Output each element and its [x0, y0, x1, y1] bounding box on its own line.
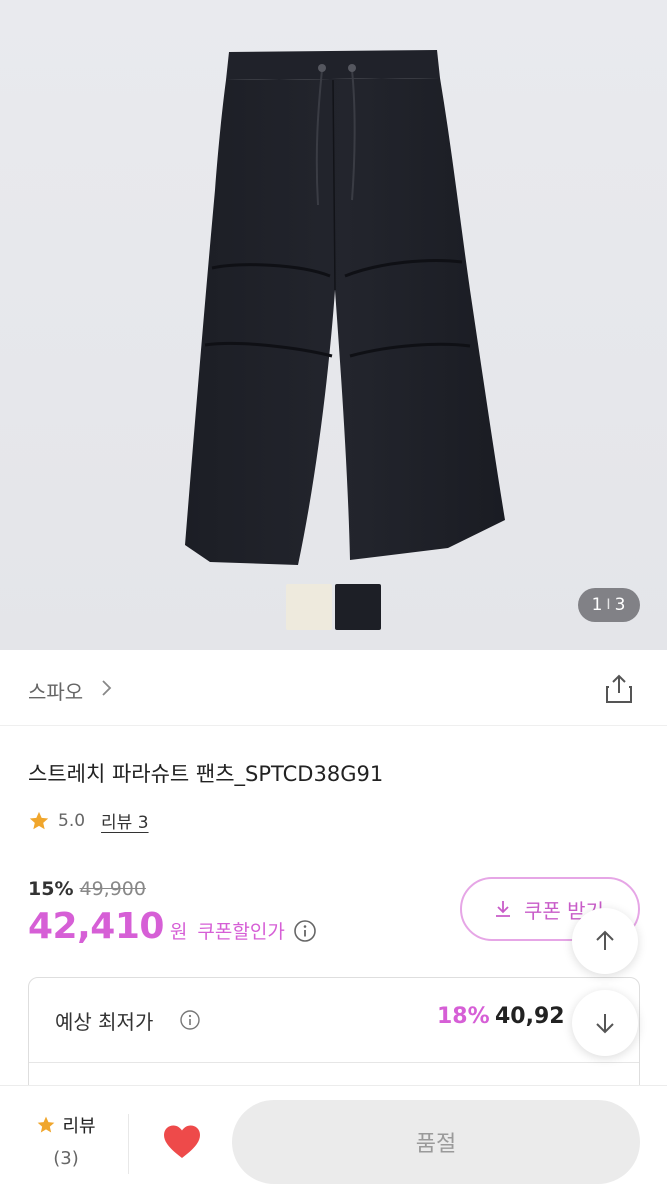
pager-total: 3 — [614, 595, 627, 615]
rating-score: 5.0 — [58, 810, 86, 831]
product-image-carousel[interactable]: 1 I 3 — [0, 0, 667, 650]
lowest-discount-rate: 18% — [437, 1004, 490, 1029]
price-row: 42,410 원 쿠폰할인가 — [28, 906, 317, 947]
scroll-to-bottom-button[interactable] — [572, 990, 638, 1056]
color-swatch-cream[interactable] — [286, 584, 332, 630]
pager-separator: I — [606, 597, 612, 613]
original-price: 49,900 — [79, 878, 146, 900]
divider — [128, 1114, 129, 1174]
scroll-to-top-button[interactable] — [572, 908, 638, 974]
coupon-price-label: 쿠폰할인가 — [197, 921, 285, 943]
star-icon — [29, 811, 49, 829]
rating-row: 5.0 리뷰 3 — [28, 808, 149, 833]
brand-row[interactable]: 스파오 — [0, 650, 667, 726]
sold-out-button[interactable]: 품절 — [232, 1100, 640, 1184]
pager-current: 1 — [591, 595, 604, 615]
discount-rate: 15% — [28, 878, 74, 900]
info-icon[interactable] — [179, 1009, 201, 1031]
review-link[interactable]: 리뷰 3 — [101, 808, 149, 833]
bottom-action-bar: 리뷰 (3) 품절 — [0, 1085, 667, 1200]
star-icon — [38, 1116, 55, 1133]
share-icon[interactable] — [602, 672, 636, 706]
product-title: 스트레치 파라슈트 팬츠_SPTCD38G91 — [28, 762, 384, 786]
review-button-label: 리뷰 — [62, 1116, 96, 1137]
review-count: (3) — [53, 1148, 79, 1169]
sale-price: 42,410 — [28, 906, 164, 947]
download-icon — [496, 901, 510, 917]
heart-icon[interactable] — [162, 1124, 202, 1160]
lowest-price-value: 40,92 — [495, 1004, 565, 1029]
lowest-price-label: 예상 최저가 — [55, 1010, 154, 1034]
currency-label: 원 — [169, 921, 188, 943]
lowest-price-row[interactable]: 예상 최저가 18% 40,92 — [29, 978, 639, 1063]
image-pager: 1 I 3 — [578, 588, 640, 622]
discount-row: 15% 49,900 — [28, 878, 146, 900]
brand-name[interactable]: 스파오 — [28, 676, 83, 705]
sold-out-label: 품절 — [415, 1132, 457, 1157]
product-photo — [185, 50, 505, 565]
arrow-up-icon — [596, 930, 614, 950]
review-button[interactable]: 리뷰 (3) — [18, 1112, 114, 1169]
arrow-down-icon — [596, 1014, 614, 1034]
info-icon[interactable] — [293, 919, 317, 943]
chevron-right-icon — [102, 680, 112, 696]
color-swatch-black[interactable] — [335, 584, 381, 630]
